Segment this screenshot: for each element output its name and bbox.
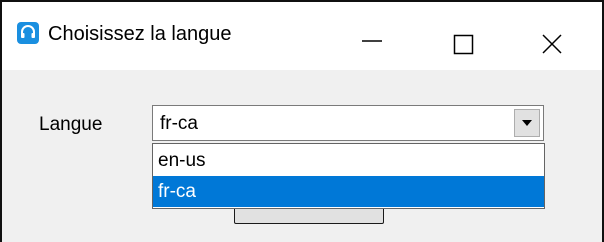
maximize-button[interactable]	[414, 2, 504, 70]
language-dropdown-list: en-us fr-ca	[152, 143, 545, 209]
language-select[interactable]: fr-ca	[152, 105, 544, 141]
minimize-button[interactable]	[324, 2, 414, 70]
dropdown-arrow-button[interactable]	[514, 109, 540, 137]
headset-icon	[17, 22, 39, 44]
maximize-icon	[453, 34, 474, 55]
language-select-value: fr-ca	[160, 113, 198, 134]
close-icon	[542, 34, 562, 54]
option-fr-ca[interactable]: fr-ca	[153, 176, 544, 207]
language-dialog: Choisissez la langue Langue fr-ca en-us …	[0, 0, 604, 242]
dialog-body: Langue fr-ca en-us fr-ca	[2, 70, 602, 242]
title-bar[interactable]: Choisissez la langue	[2, 2, 602, 70]
close-button[interactable]	[507, 2, 597, 70]
minimize-icon	[362, 40, 382, 42]
window-title: Choisissez la langue	[48, 23, 232, 45]
chevron-down-icon	[522, 120, 532, 126]
option-en-us[interactable]: en-us	[153, 145, 544, 176]
language-label: Langue	[39, 114, 103, 135]
